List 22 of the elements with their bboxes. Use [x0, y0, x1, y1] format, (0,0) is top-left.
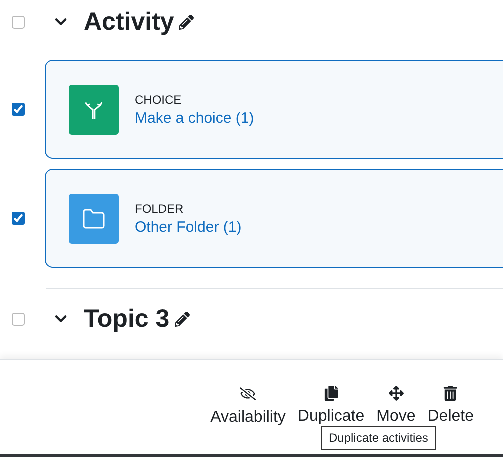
bulk-action-button[interactable]: Move — [370, 386, 422, 426]
folder-icon — [82, 206, 106, 230]
edit-icon[interactable] — [174, 312, 190, 326]
bulk-action-button[interactable]: Delete — [422, 386, 480, 426]
tooltip: Duplicate activities — [321, 426, 436, 450]
copy-icon — [324, 386, 339, 401]
activity-checkbox[interactable] — [12, 212, 25, 225]
activity-type: CHOICE — [135, 92, 183, 106]
section-title: Activity — [84, 8, 174, 36]
section-title: Topic 3 — [84, 304, 170, 334]
bulk-action-button[interactable]: Duplicate — [292, 386, 371, 426]
section-checkbox[interactable] — [12, 312, 25, 326]
eye-slash-icon — [240, 386, 256, 402]
move-icon — [388, 386, 404, 401]
activity-link[interactable]: Make a choice (1) — [135, 110, 254, 126]
activity-type: FOLDER — [135, 202, 185, 216]
trash-icon — [443, 386, 458, 401]
edit-icon[interactable] — [179, 14, 194, 30]
activity-link[interactable]: Other Folder (1) — [135, 218, 242, 236]
section-checkbox[interactable] — [12, 16, 25, 28]
bulk-action-button[interactable]: Availability — [204, 386, 292, 427]
activity-checkbox[interactable] — [12, 103, 25, 116]
